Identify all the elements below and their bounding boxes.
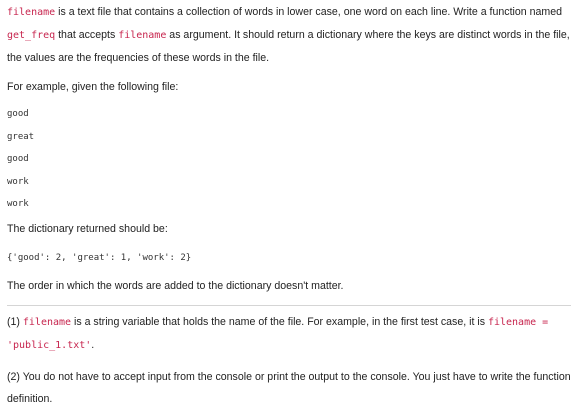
note-1: (1) filename is a string variable that h… [7, 311, 571, 357]
intro-paragraph: filename is a text file that contains a … [7, 1, 571, 69]
note-2: (2) You do not have to accept input from… [7, 371, 571, 405]
inline-code-get-freq: get_freq [7, 30, 56, 41]
file-line: work [7, 199, 29, 209]
problem-statement: filename is a text file that contains a … [0, 1, 581, 413]
file-line: good [7, 109, 29, 119]
note-1-text-2: is a string variable that holds the name… [71, 316, 488, 328]
dict-output: {'good': 2, 'great': 1, 'work': 2} [7, 252, 192, 263]
file-line: great [7, 131, 35, 142]
section-divider [7, 305, 571, 306]
intro-text-1: is a text file that contains a collectio… [55, 6, 562, 18]
inline-code-filename: filename [7, 7, 56, 18]
note-1-text-3: . [91, 339, 95, 351]
inline-code-filename-note: filename [22, 317, 72, 328]
intro-text-2: that accepts [55, 29, 119, 41]
example-intro: For example, given the following file: [7, 81, 179, 93]
file-line: good [7, 154, 29, 164]
file-line: work [7, 176, 29, 187]
file-contents-block: good great good work work [7, 103, 571, 216]
returned-label: The dictionary returned should be: [7, 222, 168, 235]
note-1-text-1: (1) [7, 316, 23, 328]
order-note: The order in which the words are added t… [7, 280, 344, 292]
inline-code-filename-arg: filename [118, 30, 167, 41]
